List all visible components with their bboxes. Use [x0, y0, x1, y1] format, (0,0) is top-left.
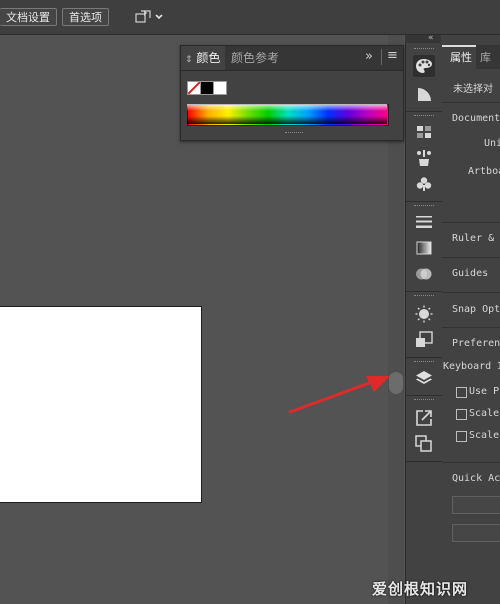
tab-color-label: 颜色 [196, 51, 221, 65]
watermark-text: 爱创根知识网 [372, 580, 469, 598]
units-label: Uni [484, 138, 500, 149]
graphic-styles-icon[interactable] [413, 329, 435, 351]
panel-dock [405, 35, 443, 604]
spectrum-shade [187, 104, 387, 124]
tab-color-guide[interactable]: 颜色参考 [231, 46, 279, 70]
divider [442, 102, 500, 103]
snap-options-section[interactable]: Snap Opti [452, 304, 500, 315]
gradient-icon[interactable] [413, 237, 435, 259]
separator [406, 395, 442, 396]
symbols-icon[interactable] [413, 173, 435, 195]
divider [442, 222, 500, 223]
artboards-icon[interactable] [413, 433, 435, 455]
expand-panel-icon[interactable]: » [365, 49, 373, 64]
tab-libraries[interactable]: 库 [480, 49, 491, 65]
separator [406, 111, 442, 112]
arrange-icon[interactable] [134, 9, 164, 25]
color-panel-tabs: ⇕ 颜色 颜色参考 » ≡ [181, 46, 403, 71]
use-preview-label: Use Pr [469, 386, 500, 397]
divider [381, 49, 382, 65]
group-grip[interactable] [414, 399, 434, 402]
control-bar: 文档设置 首选项 [0, 0, 500, 35]
scale-strokes-checkbox[interactable] [456, 431, 467, 442]
divider [442, 327, 500, 328]
quick-actions-title: Quick Act [452, 473, 500, 484]
quick-action-button-1[interactable] [452, 496, 500, 514]
divider [442, 257, 500, 258]
none-swatch[interactable] [187, 81, 201, 95]
group-grip[interactable] [414, 48, 434, 51]
tab-properties[interactable]: 属性 [442, 45, 476, 69]
annotation-arrow [288, 376, 390, 414]
tab-color[interactable]: ⇕ 颜色 [181, 46, 225, 70]
scale-corners-label: Scale [469, 408, 500, 419]
artboard[interactable] [0, 306, 202, 503]
separator [406, 291, 442, 292]
group-grip[interactable] [414, 115, 434, 118]
stroke-icon[interactable] [413, 211, 435, 233]
preferences-button[interactable]: 首选项 [62, 8, 109, 26]
divider [442, 292, 500, 293]
black-swatch[interactable] [200, 81, 214, 95]
export-icon[interactable] [413, 407, 435, 429]
panel-arrows-icon: ⇕ [185, 55, 193, 65]
separator [406, 201, 442, 202]
group-grip[interactable] [414, 295, 434, 298]
group-grip[interactable] [414, 361, 434, 364]
transparency-icon[interactable] [413, 263, 435, 285]
dock-header[interactable]: « [405, 33, 441, 43]
appearance-icon[interactable] [413, 303, 435, 325]
properties-tabs: 属性 库 [442, 45, 500, 69]
color-panel: ⇕ 颜色 颜色参考 » ≡ [180, 45, 404, 141]
white-swatch[interactable] [213, 81, 227, 95]
keyboard-increment-label: Keyboard In [443, 361, 500, 372]
document-setup-button[interactable]: 文档设置 [0, 8, 57, 26]
scale-corners-checkbox[interactable] [456, 409, 467, 420]
quick-action-button-2[interactable] [452, 524, 500, 542]
panel-menu-icon[interactable]: ≡ [387, 48, 398, 63]
preferences-section[interactable]: Preferen [452, 338, 500, 349]
scale-strokes-label: Scale [469, 430, 500, 441]
no-selection-label: 未选择对 [453, 84, 493, 95]
group-grip[interactable] [414, 205, 434, 208]
color-guide-icon[interactable] [413, 83, 435, 105]
separator [406, 461, 442, 462]
panel-resize-grip[interactable] [285, 132, 303, 136]
brushes-icon[interactable] [413, 147, 435, 169]
document-section-title: Document [452, 113, 500, 124]
layers-icon[interactable] [413, 367, 435, 389]
guides-section[interactable]: Guides [452, 268, 488, 279]
rulers-grids-section[interactable]: Ruler & G [452, 233, 500, 244]
swatches-icon[interactable] [413, 121, 435, 143]
divider [442, 462, 500, 463]
color-palette-icon[interactable] [413, 55, 435, 77]
collapse-icon[interactable]: « [428, 33, 434, 43]
artboard-label: Artboa [468, 166, 500, 177]
use-preview-checkbox[interactable] [456, 387, 467, 398]
separator [406, 357, 442, 358]
